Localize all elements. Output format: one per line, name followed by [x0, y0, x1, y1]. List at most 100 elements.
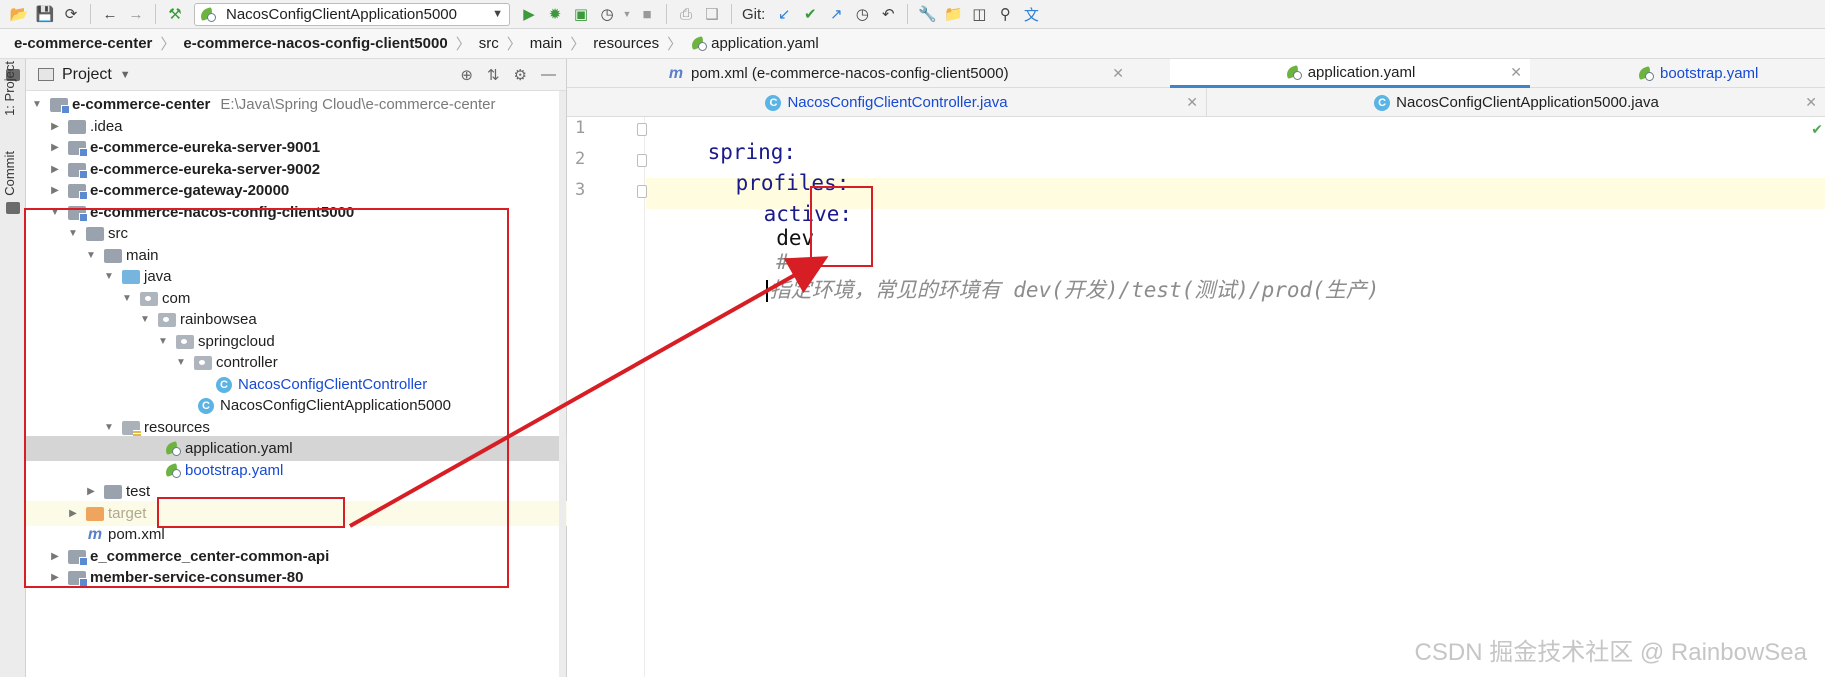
project-panel-header: Project ▼ ⊕ ⇅ ⚙ — [26, 59, 566, 91]
tree-item-path-hint: E:\Java\Spring Cloud\e-commerce-center [220, 96, 496, 113]
tree-item-label: springcloud [198, 333, 275, 350]
breadcrumb-file[interactable]: application.yaml [711, 35, 819, 52]
tab-controller-java[interactable]: C NacosConfigClientController.java ✕ [567, 88, 1207, 117]
settings-wrench-icon[interactable]: 🔧 [914, 1, 940, 27]
tree-item-label: rainbowsea [180, 311, 257, 328]
breadcrumb-project[interactable]: e-commerce-center [14, 35, 152, 52]
save-all-icon[interactable]: 💾 [32, 1, 58, 27]
folder-icon [68, 119, 86, 134]
collapse-arrow-icon[interactable]: ▶ [48, 121, 62, 132]
close-icon[interactable]: ✕ [1112, 65, 1124, 82]
toolbar-separator [666, 4, 667, 24]
project-structure-icon[interactable]: 📁 [940, 1, 966, 27]
editor-tabbar-row2: C NacosConfigClientController.java ✕ C N… [567, 88, 1825, 117]
project-panel-title[interactable]: Project [62, 66, 112, 84]
collapse-arrow-icon[interactable]: ▶ [48, 551, 62, 562]
translate-icon[interactable]: 文 [1018, 1, 1044, 27]
tab-application-yaml[interactable]: application.yaml ✕ [1170, 59, 1530, 88]
collapse-arrow-icon[interactable]: ▶ [84, 486, 98, 497]
forward-icon[interactable]: → [123, 1, 149, 27]
breadcrumb-module[interactable]: e-commerce-nacos-config-client5000 [183, 35, 447, 52]
sync-icon[interactable]: ⟳ [58, 1, 84, 27]
expand-arrow-icon[interactable]: ▼ [174, 357, 188, 368]
git-commit-icon[interactable]: ✔ [797, 1, 823, 27]
toolbar-separator [731, 4, 732, 24]
module-folder-icon [68, 570, 88, 587]
project-view-icon [38, 68, 54, 81]
folder-icon [104, 248, 122, 263]
collapse-arrow-icon[interactable]: ▶ [48, 142, 62, 153]
git-history-icon[interactable]: ◷ [849, 1, 875, 27]
open-folder-icon[interactable]: 📂 [6, 1, 32, 27]
collapse-arrow-icon[interactable]: ▶ [48, 164, 62, 175]
collapse-arrow-icon[interactable]: ▶ [48, 572, 62, 583]
chevron-down-icon[interactable]: ▼ [120, 69, 131, 81]
line-number-gutter: 1 2 3 [567, 117, 647, 677]
project-tool-tab[interactable]: 1: Project [2, 61, 17, 116]
package-icon [140, 291, 158, 306]
breadcrumb-src[interactable]: src [479, 35, 499, 52]
chevron-down-icon: ▼ [492, 8, 503, 20]
inspection-ok-icon[interactable]: ✔ [1811, 121, 1823, 138]
hide-panel-icon[interactable]: — [541, 66, 556, 84]
yaml-comment: 指定环境，常见的环境有 dev(开发)/test(测试)/prod(生产) [769, 278, 1380, 302]
close-icon[interactable]: ✕ [1186, 94, 1198, 111]
locate-file-icon[interactable]: ⊕ [460, 66, 473, 84]
expand-arrow-icon[interactable]: ▼ [120, 293, 134, 304]
java-class-icon: C [765, 94, 782, 111]
tree-item-consumer-80[interactable]: ▶ member-service-consumer-80 [26, 565, 567, 590]
run-configuration-dropdown[interactable]: NacosConfigClientApplication5000 ▼ [194, 2, 510, 26]
expand-arrow-icon[interactable]: ▼ [102, 422, 116, 433]
project-panel: Project ▼ ⊕ ⇅ ⚙ — ▼ e-commerce-center E:… [26, 59, 567, 677]
tree-item-label: controller [216, 354, 278, 371]
close-icon[interactable]: ✕ [1510, 64, 1522, 81]
breadcrumb-resources[interactable]: resources [593, 35, 659, 52]
run-icon[interactable]: ▶ [516, 1, 542, 27]
commit-tool-tab[interactable]: Commit [2, 151, 17, 196]
tree-item-label: main [126, 247, 159, 264]
watermark: CSDN 掘金技术社区 @ RainbowSea [1414, 639, 1807, 666]
fold-marker-icon[interactable] [637, 123, 647, 136]
tree-item-label: target [108, 505, 147, 522]
back-icon[interactable]: ← [97, 1, 123, 27]
close-icon[interactable]: ✕ [1805, 94, 1817, 111]
code-line-3[interactable]: active: dev # 指定环境，常见的环境有 dev(开发)/test(测… [713, 178, 1379, 328]
fold-marker-icon[interactable] [637, 185, 647, 198]
gear-icon[interactable]: ⚙ [514, 66, 527, 84]
breadcrumb-main[interactable]: main [530, 35, 563, 52]
tree-item-label: src [108, 225, 128, 242]
collapse-arrow-icon[interactable]: ▶ [48, 185, 62, 196]
presentation-icon[interactable]: ◫ [966, 1, 992, 27]
debug-icon[interactable]: ✹ [542, 1, 568, 27]
expand-arrow-icon[interactable]: ▼ [30, 99, 44, 110]
tree-scrollbar[interactable] [559, 91, 566, 677]
expand-arrow-icon[interactable]: ▼ [84, 250, 98, 261]
expand-arrow-icon[interactable]: ▼ [156, 336, 170, 347]
tab-bootstrap-yaml[interactable]: bootstrap.yaml [1637, 59, 1825, 88]
collapse-all-icon[interactable]: ⇅ [487, 66, 500, 84]
stop-icon[interactable]: ■ [634, 1, 660, 27]
expand-arrow-icon[interactable]: ▼ [48, 207, 62, 218]
collapse-arrow-icon[interactable]: ▶ [66, 508, 80, 519]
run-with-coverage-icon[interactable]: ▣ [568, 1, 594, 27]
git-rollback-icon[interactable]: ↶ [875, 1, 901, 27]
tab-application-java[interactable]: C NacosConfigClientApplication5000.java … [1208, 88, 1825, 117]
tree-item-label: e-commerce-nacos-config-client5000 [90, 204, 355, 221]
attach-debugger-icon[interactable]: ⎙ [673, 1, 699, 27]
expand-arrow-icon[interactable]: ▼ [66, 228, 80, 239]
module-folder-icon [68, 205, 88, 222]
profile-icon[interactable]: ◷ [594, 1, 620, 27]
build-hammer-icon[interactable]: ⚒ [162, 1, 188, 27]
fold-marker-icon[interactable] [637, 154, 647, 167]
spring-boot-class-icon: C [1374, 94, 1391, 111]
profile-dropdown-icon[interactable]: ▼ [620, 1, 634, 27]
tab-pom-xml[interactable]: m pom.xml (e-commerce-nacos-config-clien… [667, 59, 1132, 88]
expand-arrow-icon[interactable]: ▼ [138, 314, 152, 325]
git-push-icon[interactable]: ↗ [823, 1, 849, 27]
build-artifacts-icon[interactable]: ❑ [699, 1, 725, 27]
git-update-icon[interactable]: ↙ [771, 1, 797, 27]
tree-item-label: e-commerce-eureka-server-9002 [90, 161, 321, 178]
expand-arrow-icon[interactable]: ▼ [102, 271, 116, 282]
commit-tool-icon[interactable] [6, 202, 20, 214]
search-icon[interactable]: ⚲ [992, 1, 1018, 27]
